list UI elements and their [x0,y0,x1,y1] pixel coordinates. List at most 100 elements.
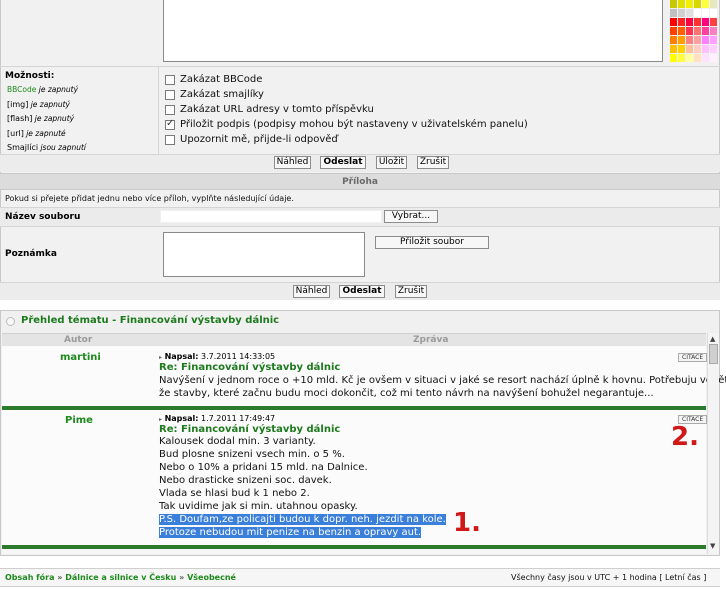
palette-swatch[interactable] [702,36,709,44]
palette-swatch[interactable] [702,54,709,62]
status-img: [img] je zapnutý [7,99,70,109]
palette-swatch[interactable] [710,0,717,8]
preview-button-2[interactable]: Náhled [293,285,330,298]
attachment-info: Pokud si přejete přidat jednu nebo více … [5,194,294,203]
palette-swatch[interactable] [694,0,701,8]
checkbox-disable-urls[interactable] [165,105,175,115]
label-disable-smilies: Zakázat smajlíky [180,89,264,100]
palette-swatch[interactable] [670,45,677,53]
post-martini: martini ▸ Napsal: 3.7.2011 14:33:05 CITA… [2,346,726,406]
palette-swatch[interactable] [686,27,693,35]
palette-swatch[interactable] [670,0,677,8]
post-pime: Pime ▸ Napsal: 1.7.2011 17:49:47 CITACE … [2,410,708,545]
options-heading: Možnosti: [5,71,55,81]
palette-swatch[interactable] [710,54,717,62]
palette-swatch[interactable] [670,9,677,17]
quote-button[interactable]: CITACE [678,353,708,362]
scroll-up-icon[interactable]: ▲ [710,335,715,343]
palette-swatch[interactable] [686,18,693,26]
submit-button-2[interactable]: Odeslat [339,285,385,298]
checkbox-attach-signature[interactable] [165,118,175,130]
palette-swatch[interactable] [670,27,677,35]
post-meta: ▸ Napsal: 1.7.2011 17:49:47 [159,414,276,423]
save-button[interactable]: Uložit [376,156,407,169]
palette-swatch[interactable] [702,0,709,8]
annotation-two: 2. [671,422,699,452]
color-palette-swatches[interactable] [670,0,720,62]
palette-swatch[interactable] [694,18,701,26]
attach-file-button[interactable]: Přiložit soubor [375,236,489,249]
palette-swatch[interactable] [694,45,701,53]
palette-swatch[interactable] [694,27,701,35]
palette-swatch[interactable] [710,18,717,26]
post-meta: ▸ Napsal: 3.7.2011 14:33:05 [159,352,276,361]
palette-swatch[interactable] [678,18,685,26]
post-subject[interactable]: Re: Financování výstavby dálnic [159,424,340,435]
filename-input[interactable] [160,210,382,223]
checkbox-disable-smilies[interactable] [165,90,175,100]
scroll-down-icon[interactable]: ▼ [710,542,715,550]
palette-swatch[interactable] [710,9,717,17]
scroll-thumb[interactable] [709,344,718,364]
post-author[interactable]: Pime [65,415,93,426]
palette-swatch[interactable] [678,27,685,35]
post-icon: ▸ [159,354,163,361]
palette-swatch[interactable] [678,45,685,53]
palette-swatch[interactable] [678,54,685,62]
note-textarea[interactable] [163,232,365,277]
palette-swatch[interactable] [710,27,717,35]
next-post-cutoff [2,549,706,554]
breadcrumb-forum-index[interactable]: Obsah fóra [5,573,55,582]
post-body: Navýšení v jednom roce o +10 mld. Kč je … [159,374,726,400]
review-scrollbar[interactable]: ▲ ▼ [707,333,719,554]
palette-swatch[interactable] [694,54,701,62]
cancel-button[interactable]: Zrušit [417,156,449,169]
annotation-one: 1. [453,508,481,538]
breadcrumb-forum[interactable]: Všeobecné [187,573,236,582]
preview-button[interactable]: Náhled [274,156,311,169]
palette-swatch[interactable] [702,9,709,17]
options-divider [158,67,159,154]
review-column-header [2,333,706,346]
palette-swatch[interactable] [686,0,693,8]
post-line: Tak uvidime jak si min. utahnou opasky. [159,501,358,512]
palette-swatch[interactable] [686,36,693,44]
palette-swatch[interactable] [670,36,677,44]
status-flash: [flash] je zapnutý [7,114,75,123]
post-line: že stavby, které začnu budu moci dokonči… [159,388,654,399]
palette-swatch[interactable] [670,54,677,62]
checkbox-disable-bbcode[interactable] [165,75,175,85]
palette-swatch[interactable] [678,0,685,8]
palette-swatch[interactable] [710,45,717,53]
palette-swatch[interactable] [678,36,685,44]
palette-swatch[interactable] [694,36,701,44]
post-line: Vlada se hlasi bud k 1 nebo 2. [159,488,310,499]
palette-swatch[interactable] [702,27,709,35]
label-disable-bbcode: Zakázat BBCode [180,74,263,85]
message-textarea[interactable] [163,0,663,62]
browse-button[interactable]: Vybrat... [384,210,438,223]
bbcode-help-link[interactable]: BBCode [7,85,36,94]
palette-swatch[interactable] [702,18,709,26]
post-author[interactable]: martini [60,352,101,363]
cancel-button-2[interactable]: Zrušit [395,285,427,298]
palette-swatch[interactable] [686,54,693,62]
palette-swatch[interactable] [702,45,709,53]
post-line: Bud plosne snizeni vsech min. o 5 %. [159,449,345,460]
submit-button[interactable]: Odeslat [320,156,366,169]
breadcrumb-category[interactable]: Dálnice a silnice v Česku [65,573,176,582]
post-subject[interactable]: Re: Financování výstavby dálnic [159,362,340,373]
palette-swatch[interactable] [678,9,685,17]
palette-swatch[interactable] [694,9,701,17]
palette-swatch[interactable] [686,9,693,17]
palette-swatch[interactable] [710,36,717,44]
palette-swatch[interactable] [686,45,693,53]
label-attach-signature: Přiložit podpis (podpisy mohou být nasta… [180,119,528,130]
color-palette[interactable] [670,0,720,62]
topic-review-title: Přehled tématu - Financování výstavby dá… [21,315,280,326]
palette-swatch[interactable] [670,18,677,26]
checkbox-notify-reply[interactable] [165,135,175,145]
status-url: [url] je zapnuté [7,128,66,138]
collapse-icon[interactable] [6,317,15,326]
highlighted-line: Protoze nebudou mit penize na benzin a o… [159,527,422,538]
